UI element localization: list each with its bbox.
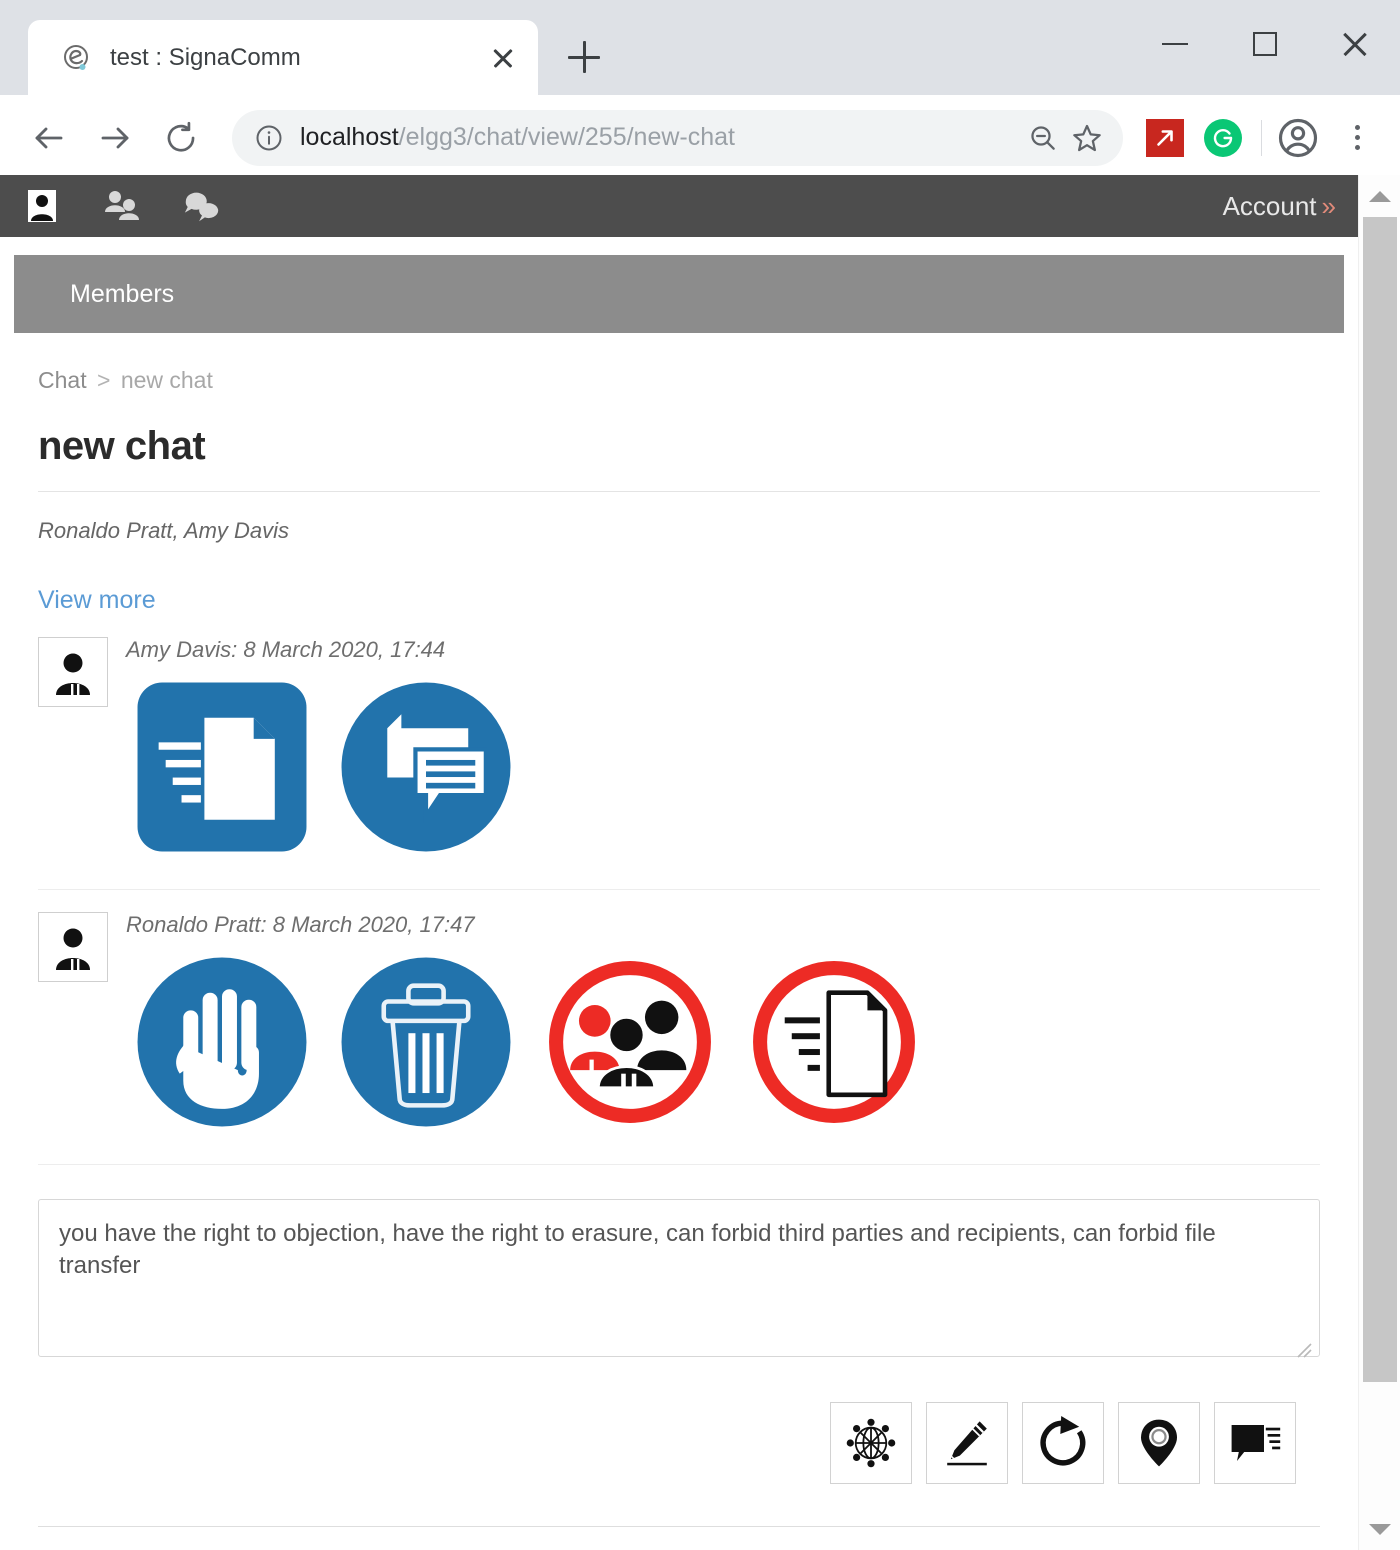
page-bottom-divider bbox=[38, 1526, 1320, 1527]
maximize-icon[interactable] bbox=[1220, 0, 1310, 88]
address-bar[interactable]: localhost/elgg3/chat/view/255/new-chat bbox=[232, 109, 1123, 166]
chat-message: Ronaldo Pratt: 8 March 2020, 17:47 bbox=[38, 912, 1320, 1130]
members-bar-label: Members bbox=[70, 279, 175, 308]
chat-participants: Ronaldo Pratt, Amy Davis bbox=[38, 518, 290, 543]
site-top-nav: Account» bbox=[0, 175, 1358, 237]
toolbar-divider bbox=[1261, 119, 1262, 156]
page-scrollbar[interactable] bbox=[1358, 175, 1400, 1550]
scroll-down-arrow-icon[interactable] bbox=[1359, 1508, 1400, 1550]
elgg-page: Account» Members Chat > new chat new cha… bbox=[0, 175, 1358, 1550]
file-transfer-allowed-icon bbox=[134, 679, 310, 855]
chat-recipients-allowed-icon bbox=[338, 679, 514, 855]
chevron-right-icon: » bbox=[1321, 190, 1336, 221]
refresh-button[interactable] bbox=[1022, 1402, 1104, 1484]
scrollbar-thumb[interactable] bbox=[1363, 217, 1397, 1382]
location-pin-button[interactable] bbox=[1118, 1402, 1200, 1484]
message-divider bbox=[38, 889, 1320, 890]
user-avatar-icon bbox=[38, 637, 108, 707]
send-message-button[interactable] bbox=[1214, 1402, 1296, 1484]
profile-portrait-icon[interactable] bbox=[22, 186, 62, 226]
scrollbar-track[interactable] bbox=[1359, 217, 1400, 1508]
breadcrumb-item-chat[interactable]: Chat bbox=[38, 367, 87, 393]
tab-title: test : SignaComm bbox=[110, 43, 301, 71]
chat-bubbles-icon[interactable] bbox=[182, 186, 222, 226]
url-path: /elgg3/chat/view/255/new-chat bbox=[398, 123, 735, 151]
edit-pencil-button[interactable] bbox=[926, 1402, 1008, 1484]
forbid-third-parties-icon bbox=[542, 954, 718, 1130]
window-controls bbox=[1130, 0, 1400, 88]
message-signal-icons bbox=[126, 954, 1320, 1130]
url-host: localhost bbox=[300, 123, 399, 151]
network-globe-button[interactable] bbox=[830, 1402, 912, 1484]
account-menu-link[interactable]: Account» bbox=[1223, 191, 1336, 222]
chat-message: Amy Davis: 8 March 2020, 17:44 bbox=[38, 637, 1320, 855]
tab-strip: test : SignaComm bbox=[0, 20, 614, 95]
url-text: localhost/elgg3/chat/view/255/new-chat bbox=[300, 123, 1021, 152]
message-divider bbox=[38, 1164, 1320, 1165]
page-content: Chat > new chat new chat Ronaldo Pratt, … bbox=[0, 333, 1358, 1527]
star-icon[interactable] bbox=[1065, 116, 1109, 160]
composer-action-bar bbox=[38, 1402, 1320, 1484]
user-avatar-icon bbox=[38, 912, 108, 982]
view-more-link[interactable]: View more bbox=[38, 586, 156, 615]
forbid-file-transfer-icon bbox=[746, 954, 922, 1130]
right-to-erasure-trash-icon bbox=[338, 954, 514, 1130]
message-meta: Amy Davis: 8 March 2020, 17:44 bbox=[126, 637, 446, 662]
arrow-left-icon[interactable] bbox=[20, 109, 78, 167]
breadcrumb-item-current: new chat bbox=[120, 367, 213, 393]
browser-title-bar: test : SignaComm bbox=[0, 0, 1400, 95]
account-label: Account bbox=[1222, 190, 1317, 221]
info-circle-icon[interactable] bbox=[254, 123, 284, 153]
window-close-icon[interactable] bbox=[1310, 0, 1400, 88]
members-people-icon[interactable] bbox=[102, 186, 142, 226]
members-bar[interactable]: Members bbox=[14, 255, 1344, 333]
account-avatar-icon[interactable] bbox=[1274, 114, 1322, 162]
title-divider bbox=[38, 491, 1320, 492]
browser-tab[interactable]: test : SignaComm bbox=[28, 20, 538, 95]
message-meta: Ronaldo Pratt: 8 March 2020, 17:47 bbox=[126, 912, 475, 937]
browser-window: test : SignaComm localhost/elgg3/chat/vi… bbox=[0, 0, 1400, 1550]
page-viewport: Account» Members Chat > new chat new cha… bbox=[0, 175, 1400, 1550]
grammarly-extension-icon[interactable] bbox=[1197, 112, 1249, 164]
message-composer bbox=[38, 1199, 1320, 1362]
kebab-menu-icon[interactable] bbox=[1334, 115, 1380, 161]
zoom-out-icon[interactable] bbox=[1021, 116, 1065, 160]
message-signal-icons bbox=[126, 679, 1320, 855]
breadcrumb: Chat > new chat bbox=[38, 367, 1320, 394]
elgg-favicon bbox=[62, 43, 92, 73]
minimize-icon[interactable] bbox=[1130, 0, 1220, 88]
scroll-up-arrow-icon[interactable] bbox=[1359, 175, 1400, 217]
plus-icon[interactable] bbox=[554, 27, 614, 87]
breadcrumb-separator: > bbox=[96, 367, 111, 393]
message-input[interactable] bbox=[38, 1199, 1320, 1357]
page-title: new chat bbox=[38, 424, 206, 468]
red-arrow-extension-icon[interactable] bbox=[1139, 112, 1191, 164]
reload-icon[interactable] bbox=[152, 109, 210, 167]
browser-toolbar: localhost/elgg3/chat/view/255/new-chat bbox=[0, 95, 1400, 180]
arrow-right-icon[interactable] bbox=[86, 109, 144, 167]
right-to-objection-hand-icon bbox=[134, 954, 310, 1130]
close-icon[interactable] bbox=[486, 41, 520, 75]
